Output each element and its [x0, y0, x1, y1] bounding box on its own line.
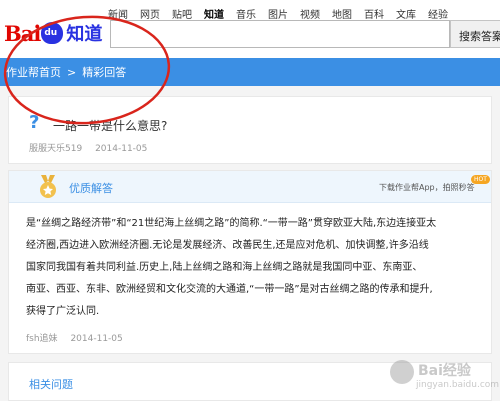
answer-line: 经济圈,西边进入欧洲经济圈.无论是发展经济、改善民生,还是应对危机、加快调整,许… [26, 240, 429, 251]
search-input[interactable] [110, 20, 450, 48]
medal-icon [40, 175, 56, 198]
answer-line: 国家同我国有着共同利益.历史上,陆上丝绸之路和海上丝绸之路就是我国同中亚、东南亚… [26, 262, 423, 273]
hot-badge: HOT [471, 175, 490, 184]
question-date: 2014-11-05 [95, 144, 148, 154]
app-download-link[interactable]: 下载作业帮App，拍照秒答 [379, 182, 475, 193]
nav-item-zhidao[interactable]: 知道 [204, 6, 224, 21]
search-button[interactable]: 搜索答案 [450, 20, 500, 48]
breadcrumb-separator: > [67, 65, 77, 79]
nav-item-web[interactable]: 网页 [140, 6, 160, 21]
nav-item-music[interactable]: 音乐 [236, 6, 256, 21]
nav-item-jingyan[interactable]: 经验 [428, 6, 448, 21]
nav-item-news[interactable]: 新闻 [108, 6, 128, 21]
logo-bai-text: Bai [4, 20, 41, 46]
answer-line: 获得了广泛认同. [26, 306, 100, 317]
baidu-jingyan-watermark: Bai经验 jingyan.baidu.com [380, 356, 500, 396]
nav-item-map[interactable]: 地图 [332, 6, 352, 21]
answer-meta: fsh追妹 2014-11-05 [26, 331, 123, 344]
answer-header: 优质解答 下载作业帮App，拍照秒答 HOT [9, 171, 491, 203]
related-questions-title[interactable]: 相关问题 [29, 376, 73, 392]
question-asker[interactable]: 服服天乐519 [29, 144, 82, 154]
watermark-paw-icon [390, 360, 414, 384]
watermark-text: Bai经验 [418, 363, 471, 379]
question-title: 一路一带是什么意思? [53, 119, 168, 133]
question-mark-icon: ? [29, 112, 40, 133]
top-nav: 新闻 网页 贴吧 知道 音乐 图片 视频 地图 百科 文库 经验 [108, 6, 448, 21]
watermark-url: jingyan.baidu.com [416, 380, 500, 390]
paw-icon [41, 22, 64, 44]
question-card: ? 一路一带是什么意思? 服服天乐519 2014-11-05 [8, 96, 492, 164]
header: 新闻 网页 贴吧 知道 音乐 图片 视频 地图 百科 文库 经验 Bai 知道 … [0, 0, 500, 56]
nav-item-baike[interactable]: 百科 [364, 6, 384, 21]
answer-label: 优质解答 [69, 182, 113, 195]
answer-line: 是“丝绸之路经济带”和“21世纪海上丝绸之路”的简称.“一带一路”贯穿欧亚大陆,… [26, 218, 437, 229]
breadcrumb: 作业帮首页 > 精彩回答 [0, 58, 500, 86]
nav-item-video[interactable]: 视频 [300, 6, 320, 21]
answer-card: 优质解答 下载作业帮App，拍照秒答 HOT 是“丝绸之路经济带”和“21世纪海… [8, 170, 492, 354]
answer-author[interactable]: fsh追妹 [26, 334, 58, 344]
answer-date: 2014-11-05 [70, 334, 123, 344]
nav-item-wenku[interactable]: 文库 [396, 6, 416, 21]
nav-item-tieba[interactable]: 贴吧 [172, 6, 192, 21]
baidu-zhidao-logo[interactable]: Bai 知道 [4, 20, 102, 46]
breadcrumb-current: 精彩回答 [82, 66, 127, 79]
answer-line: 南亚、西亚、东非、欧洲经贸和文化交流的大通道,“一带一路”是对古丝绸之路的传承和… [26, 284, 433, 295]
breadcrumb-home[interactable]: 作业帮首页 [6, 64, 61, 80]
nav-item-images[interactable]: 图片 [268, 6, 288, 21]
question-meta: 服服天乐519 2014-11-05 [29, 141, 147, 154]
logo-zhidao-text: 知道 [66, 24, 103, 45]
answer-body: 是“丝绸之路经济带”和“21世纪海上丝绸之路”的简称.“一带一路”贯穿欧亚大陆,… [26, 213, 482, 323]
